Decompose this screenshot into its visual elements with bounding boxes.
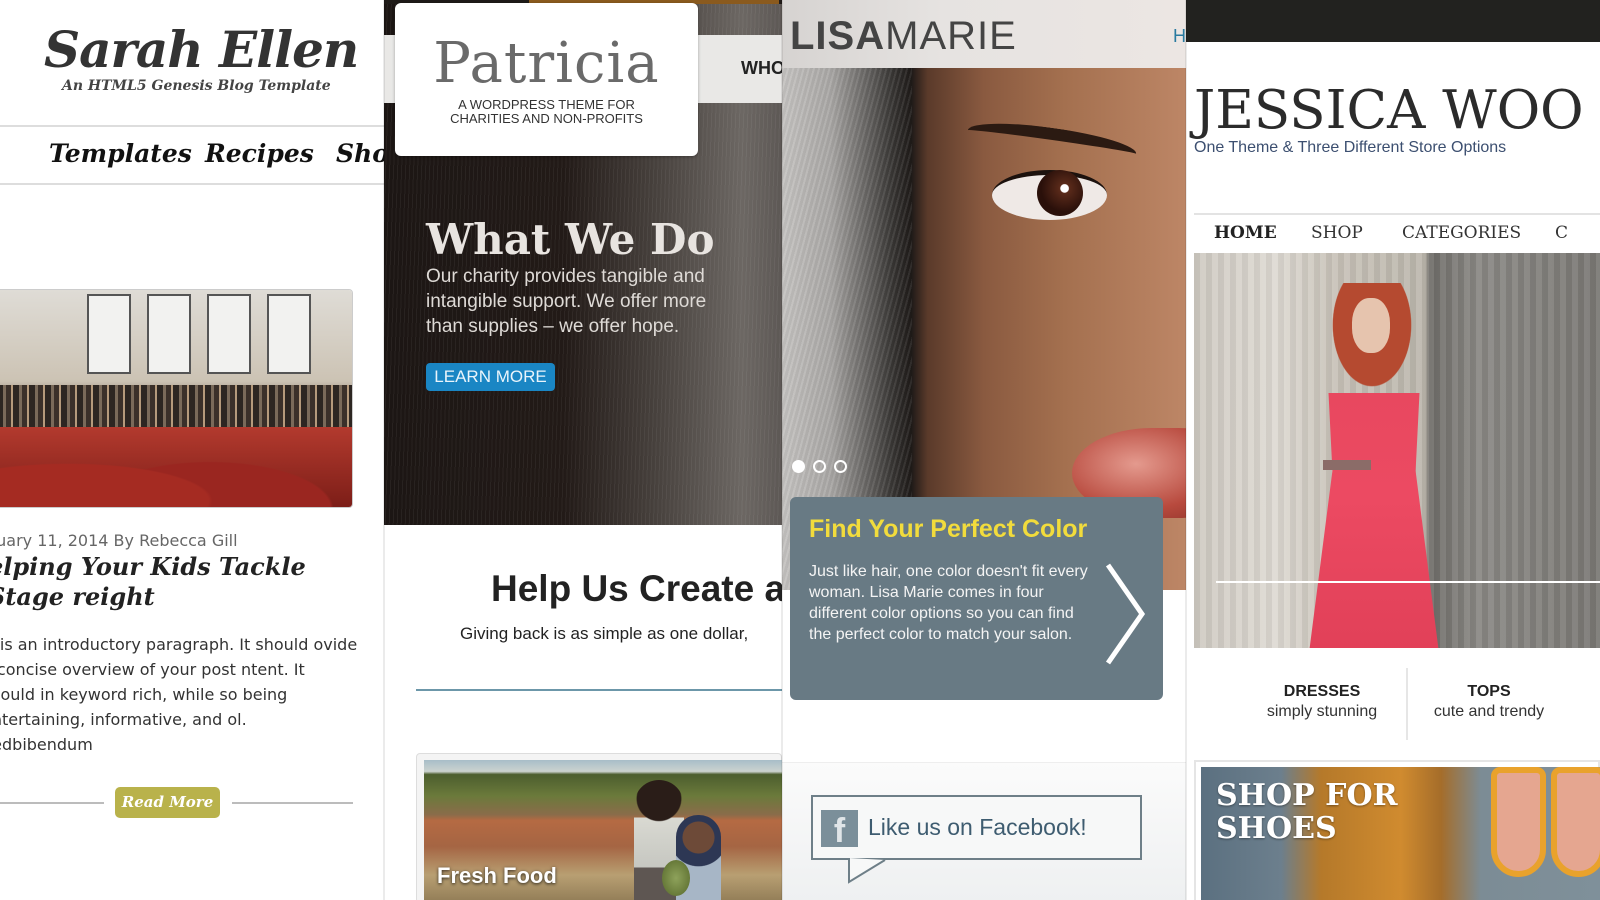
photo-face	[1352, 298, 1390, 353]
logo-title: Patricia	[433, 31, 660, 96]
category-subtitle: simply stunning	[1266, 703, 1378, 720]
photo-window	[87, 294, 131, 374]
nav-item-shop[interactable]: SHOP	[1311, 223, 1363, 243]
lisa-marie-theme-preview: LISAMARIE H Find Your Perfect Color Just…	[782, 0, 1186, 900]
nav-item-templates[interactable]: Templates	[49, 139, 192, 168]
feature-text: Just like hair, one color doesn't fit ev…	[809, 563, 1088, 643]
photo-crowd	[0, 385, 352, 430]
speech-tail-icon	[848, 858, 886, 884]
panel-edge	[383, 0, 385, 900]
logo-subtitle-line1: A WORDPRESS THEME FOR	[458, 97, 635, 112]
category-dresses[interactable]: DRESSES simply stunning	[1237, 683, 1407, 721]
photo-melon	[662, 860, 690, 896]
post-excerpt: is is an introductory paragraph. It shou…	[0, 635, 358, 754]
category-tops[interactable]: TOPS cute and trendy	[1404, 683, 1574, 721]
photo-belt	[1323, 460, 1371, 470]
nav-item-categories[interactable]: CATEGORIES	[1402, 223, 1521, 243]
feature-heading: Find Your Perfect Color	[809, 515, 1088, 543]
banner-label: SHOP FOR SHOES	[1216, 779, 1398, 845]
card-image: Fresh Food	[424, 760, 782, 900]
main-nav: Templates Recipes Shop	[0, 125, 384, 185]
nav-item-recipes[interactable]: Recipes	[205, 139, 314, 168]
logo-bold: LISA	[790, 14, 886, 58]
nav-item-partial[interactable]: C	[1555, 223, 1568, 243]
panel-edge	[781, 0, 783, 900]
social-section: f Like us on Facebook!	[782, 762, 1186, 900]
nav-item-who[interactable]: WHO	[741, 58, 782, 79]
photo-window	[267, 294, 311, 374]
banner-line-2: SHOES	[1216, 811, 1337, 846]
site-title[interactable]: JESSICA WOO	[1194, 80, 1584, 141]
fresh-food-card[interactable]: Fresh Food	[416, 753, 782, 900]
section-heading: Help Us Create a	[491, 568, 782, 609]
banner-image: SHOP FOR SHOES	[1201, 767, 1600, 900]
nav-item-shop[interactable]: Shop	[336, 139, 384, 168]
slider-pagination	[792, 460, 847, 473]
shop-for-shoes-banner[interactable]: SHOP FOR SHOES	[1194, 760, 1600, 900]
photo-chairs	[0, 427, 352, 507]
slider-dot-1[interactable]	[792, 460, 805, 473]
category-links: DRESSES simply stunning TOPS cute and tr…	[1194, 668, 1600, 748]
slider-line	[1216, 581, 1600, 583]
chevron-right-icon[interactable]	[1100, 559, 1150, 669]
facebook-like-box[interactable]: f Like us on Facebook!	[811, 795, 1142, 884]
post-title[interactable]: elping Your Kids Tackle Stage reight	[0, 552, 368, 612]
slider-dot-2[interactable]	[813, 460, 826, 473]
banner-line-1: SHOP FOR	[1216, 778, 1398, 813]
site-tagline: An HTML5 Genesis Blog Template	[62, 78, 331, 94]
post-meta: nuary 11, 2014 By Rebecca Gill	[0, 531, 238, 550]
category-title: DRESSES	[1283, 683, 1361, 700]
learn-more-button[interactable]: LEARN MORE	[426, 363, 555, 391]
category-title: TOPS	[1467, 683, 1511, 700]
slider-dot-3[interactable]	[834, 460, 847, 473]
top-bar	[1186, 0, 1600, 42]
facebook-icon: f	[821, 810, 858, 847]
jessica-woo-theme-preview: JESSICA WOO One Theme & Three Different …	[1186, 0, 1600, 900]
divider	[232, 802, 353, 804]
feature-box: Find Your Perfect Color Just like hair, …	[790, 497, 1163, 700]
divider	[416, 689, 782, 691]
post-featured-image[interactable]	[0, 289, 353, 508]
panel-edge	[1185, 0, 1187, 900]
photo-shoe	[1551, 767, 1600, 877]
hero-image[interactable]	[1194, 253, 1600, 648]
hero-heading: What We Do	[426, 215, 715, 264]
hero-text: Our charity provides tangible and intang…	[426, 266, 707, 337]
category-subtitle: cute and trendy	[1433, 703, 1545, 720]
nav-item-home[interactable]: HOME	[1214, 223, 1277, 243]
patricia-theme-preview: WHO Patricia A WORDPRESS THEME FOR CHARI…	[384, 0, 782, 900]
photo-shoe	[1491, 767, 1546, 877]
logo-light: MARIE	[885, 14, 1017, 58]
site-title[interactable]: Sarah Ellen	[44, 20, 359, 79]
photo-brow	[965, 116, 1139, 168]
facebook-label: Like us on Facebook!	[868, 814, 1087, 840]
site-tagline: One Theme & Three Different Store Option…	[1194, 139, 1507, 156]
logo-subtitle-line2: CHARITIES AND NON-PROFITS	[450, 111, 643, 126]
site-logo[interactable]: LISAMARIE	[790, 14, 1017, 59]
photo-window	[207, 294, 251, 374]
photo-iris	[1037, 170, 1083, 216]
divider	[0, 802, 104, 804]
sarah-ellen-theme-preview: Sarah Ellen An HTML5 Genesis Blog Templa…	[0, 0, 384, 900]
section-text: Giving back is as simple as one dollar,	[460, 624, 749, 643]
photo-window	[147, 294, 191, 374]
card-label: Fresh Food	[437, 863, 557, 888]
main-nav: HOME SHOP CATEGORIES C	[1194, 213, 1600, 251]
read-more-button[interactable]: Read More	[115, 787, 220, 818]
site-logo[interactable]: Patricia A WORDPRESS THEME FOR CHARITIES…	[395, 3, 698, 156]
